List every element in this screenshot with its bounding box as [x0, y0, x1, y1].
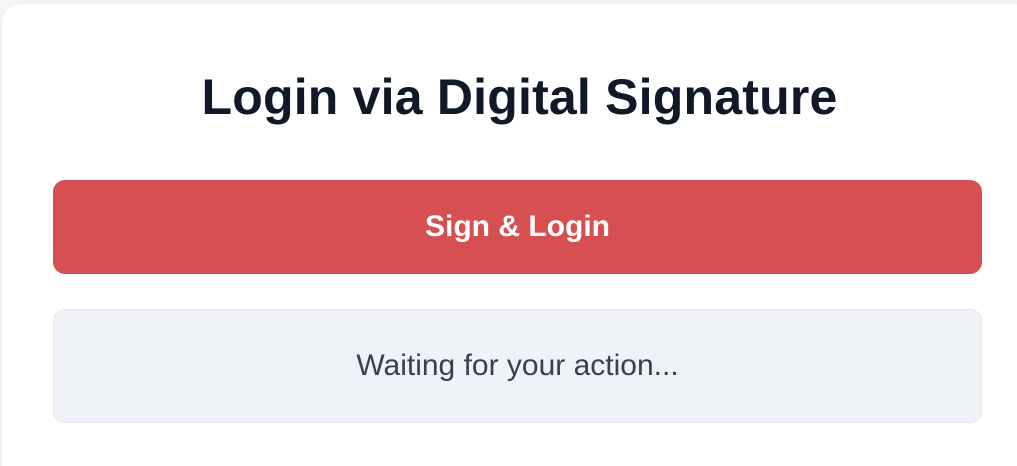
- status-message: Waiting for your action...: [53, 309, 982, 423]
- status-text: Waiting for your action...: [356, 349, 679, 382]
- page-title: Login via Digital Signature: [201, 69, 838, 125]
- sign-login-button[interactable]: Sign & Login: [53, 180, 982, 274]
